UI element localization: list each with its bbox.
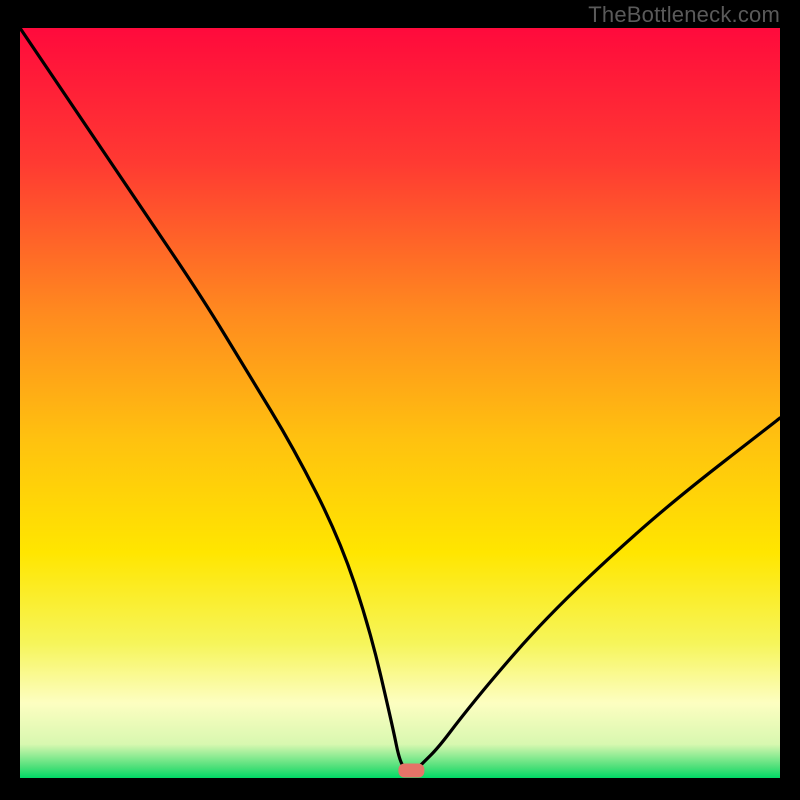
gradient-background bbox=[20, 28, 780, 778]
optimal-marker bbox=[398, 764, 424, 778]
watermark-text: TheBottleneck.com bbox=[588, 2, 780, 28]
plot-area bbox=[20, 28, 780, 778]
chart-frame: TheBottleneck.com bbox=[0, 0, 800, 800]
chart-svg bbox=[20, 28, 780, 778]
